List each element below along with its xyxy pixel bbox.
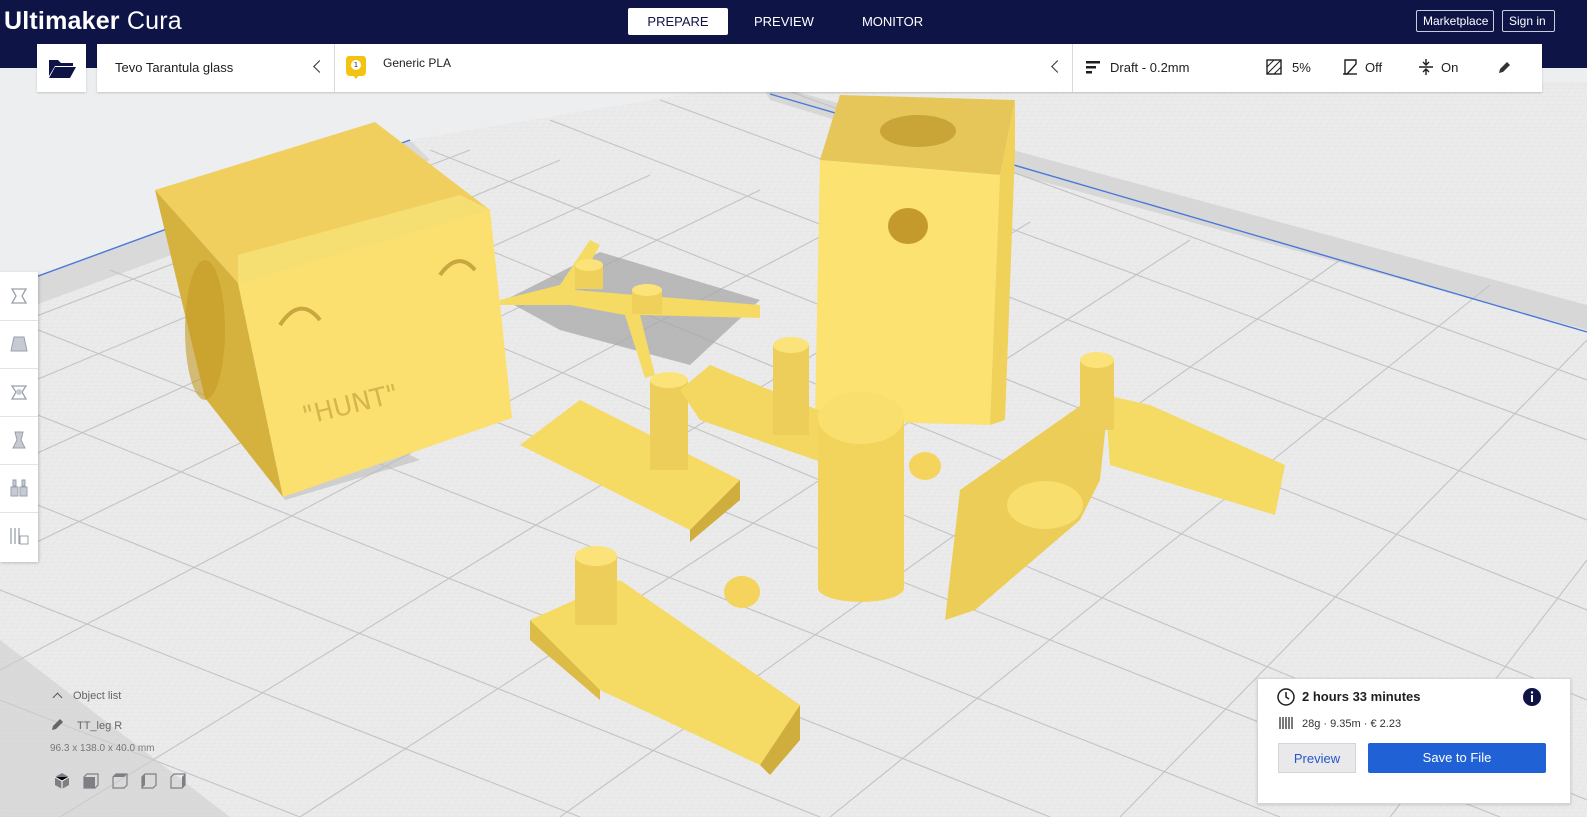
rotate-tool-icon — [10, 385, 28, 400]
tab-monitor[interactable]: MONITOR — [840, 8, 945, 35]
support-blocker-tool[interactable] — [0, 512, 38, 560]
per-model-settings-tool[interactable] — [0, 464, 38, 513]
material-usage: 28g · 9.35m · € 2.23 — [1302, 718, 1402, 730]
rotate-tool[interactable] — [0, 368, 38, 417]
infill-icon — [1266, 59, 1282, 75]
top-view-icon[interactable] — [111, 772, 129, 790]
material-chevron-icon[interactable] — [1051, 60, 1064, 73]
print-setup-bar: Tevo Tarantula glass 1 Generic PLA Draft… — [97, 44, 1542, 92]
app-logo: Ultimaker Cura — [4, 4, 182, 38]
infill-value[interactable]: 5% — [1292, 60, 1311, 75]
divider — [1072, 44, 1073, 92]
support-blocker-icon — [10, 528, 29, 545]
move-tool[interactable] — [0, 272, 38, 321]
adhesion-icon — [1419, 59, 1433, 75]
tab-prepare[interactable]: PREPARE — [628, 8, 728, 35]
object-list-toggle[interactable]: Object list — [50, 690, 122, 703]
tab-preview[interactable]: PREVIEW — [732, 8, 836, 35]
clock-icon — [1277, 688, 1295, 706]
model-sphere[interactable] — [724, 576, 760, 608]
printer-selector[interactable]: Tevo Tarantula glass — [115, 60, 233, 75]
selected-object-name: TT_leg R — [77, 720, 123, 732]
front-view-icon[interactable] — [82, 772, 100, 790]
extruder-badge[interactable]: 1 — [346, 56, 366, 79]
support-icon — [1343, 59, 1357, 75]
object-list-label: Object list — [73, 690, 122, 702]
pencil-icon[interactable] — [1497, 61, 1511, 75]
spool-icon — [1279, 717, 1293, 729]
logo-brand: Ultimaker — [4, 7, 120, 35]
tool-strip — [0, 272, 38, 562]
print-time: 2 hours 33 minutes — [1302, 689, 1421, 704]
adhesion-value[interactable]: On — [1441, 60, 1458, 75]
preview-button[interactable]: Preview — [1278, 743, 1356, 773]
marketplace-button[interactable]: Marketplace — [1416, 10, 1494, 32]
right-view-icon[interactable] — [169, 772, 187, 790]
divider — [334, 44, 335, 92]
open-file-button[interactable] — [37, 44, 86, 92]
chevron-up-icon — [52, 692, 63, 703]
move-tool-icon — [10, 288, 28, 304]
selected-object-dimensions: 96.3 x 138.0 x 40.0 mm — [50, 743, 155, 754]
material-selector[interactable]: Generic PLA — [383, 56, 451, 70]
profile-selector[interactable]: Draft - 0.2mm — [1110, 60, 1189, 75]
left-view-icon[interactable] — [140, 772, 158, 790]
scale-tool[interactable] — [0, 320, 38, 369]
printer-chevron-icon[interactable] — [313, 60, 326, 73]
3d-view-icon[interactable] — [53, 772, 71, 790]
folder-open-icon — [48, 60, 76, 78]
scale-tool-icon — [10, 336, 28, 352]
profile-layers-icon — [1086, 61, 1100, 74]
model-block[interactable] — [815, 95, 1015, 425]
pencil-icon[interactable] — [50, 718, 64, 732]
stage-tabs: PREPARE PREVIEW MONITOR — [628, 8, 949, 35]
info-icon[interactable] — [1522, 687, 1542, 707]
save-to-file-button[interactable]: Save to File — [1368, 743, 1546, 773]
per-model-settings-icon — [10, 479, 28, 497]
model-sphere-small[interactable] — [909, 452, 941, 480]
mirror-tool[interactable] — [0, 416, 38, 465]
model-cylinder[interactable] — [818, 392, 904, 602]
mirror-tool-icon — [12, 431, 26, 449]
logo-product: Cura — [126, 7, 182, 35]
print-info-panel: 2 hours 33 minutes 28g · 9.35m · € 2.23 … — [1257, 678, 1571, 804]
sign-in-button[interactable]: Sign in — [1502, 10, 1555, 32]
support-value[interactable]: Off — [1365, 60, 1382, 75]
